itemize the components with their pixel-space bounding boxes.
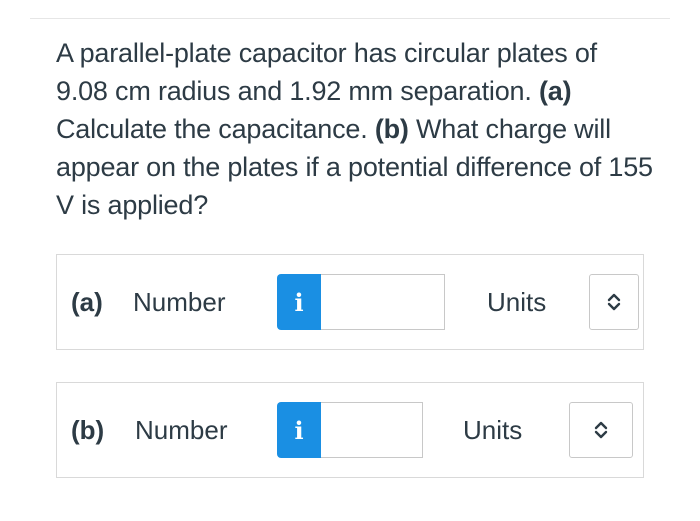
- question-text: A parallel-plate capacitor has circular …: [56, 34, 656, 224]
- question-part-a-marker: (a): [538, 76, 572, 106]
- units-select-a[interactable]: [589, 274, 639, 330]
- question-text-2: Calculate the capacitance.: [56, 114, 375, 144]
- answer-row-b: (b) Number i Units: [56, 382, 644, 478]
- number-label-a: Number: [133, 286, 226, 317]
- info-icon: i: [294, 287, 304, 317]
- question-text-1: A parallel-plate capacitor has circular …: [56, 38, 597, 106]
- number-input-b[interactable]: [321, 402, 423, 458]
- info-icon: i: [294, 415, 304, 445]
- number-label-b: Number: [135, 414, 228, 445]
- units-label-a: Units: [487, 286, 547, 317]
- chevron-up-down-icon: [607, 293, 621, 311]
- part-a-label: (a): [71, 286, 103, 317]
- units-label-b: Units: [463, 414, 523, 445]
- question-part-b-marker: (b): [374, 114, 409, 144]
- info-button-b[interactable]: i: [277, 402, 321, 458]
- number-input-a[interactable]: [321, 274, 445, 330]
- chevron-up-down-icon: [594, 421, 608, 439]
- units-select-b[interactable]: [569, 402, 633, 458]
- top-divider: [30, 18, 670, 19]
- info-button-a[interactable]: i: [277, 274, 321, 330]
- part-b-label: (b): [71, 414, 105, 445]
- answer-row-a: (a) Number i Units: [56, 254, 644, 350]
